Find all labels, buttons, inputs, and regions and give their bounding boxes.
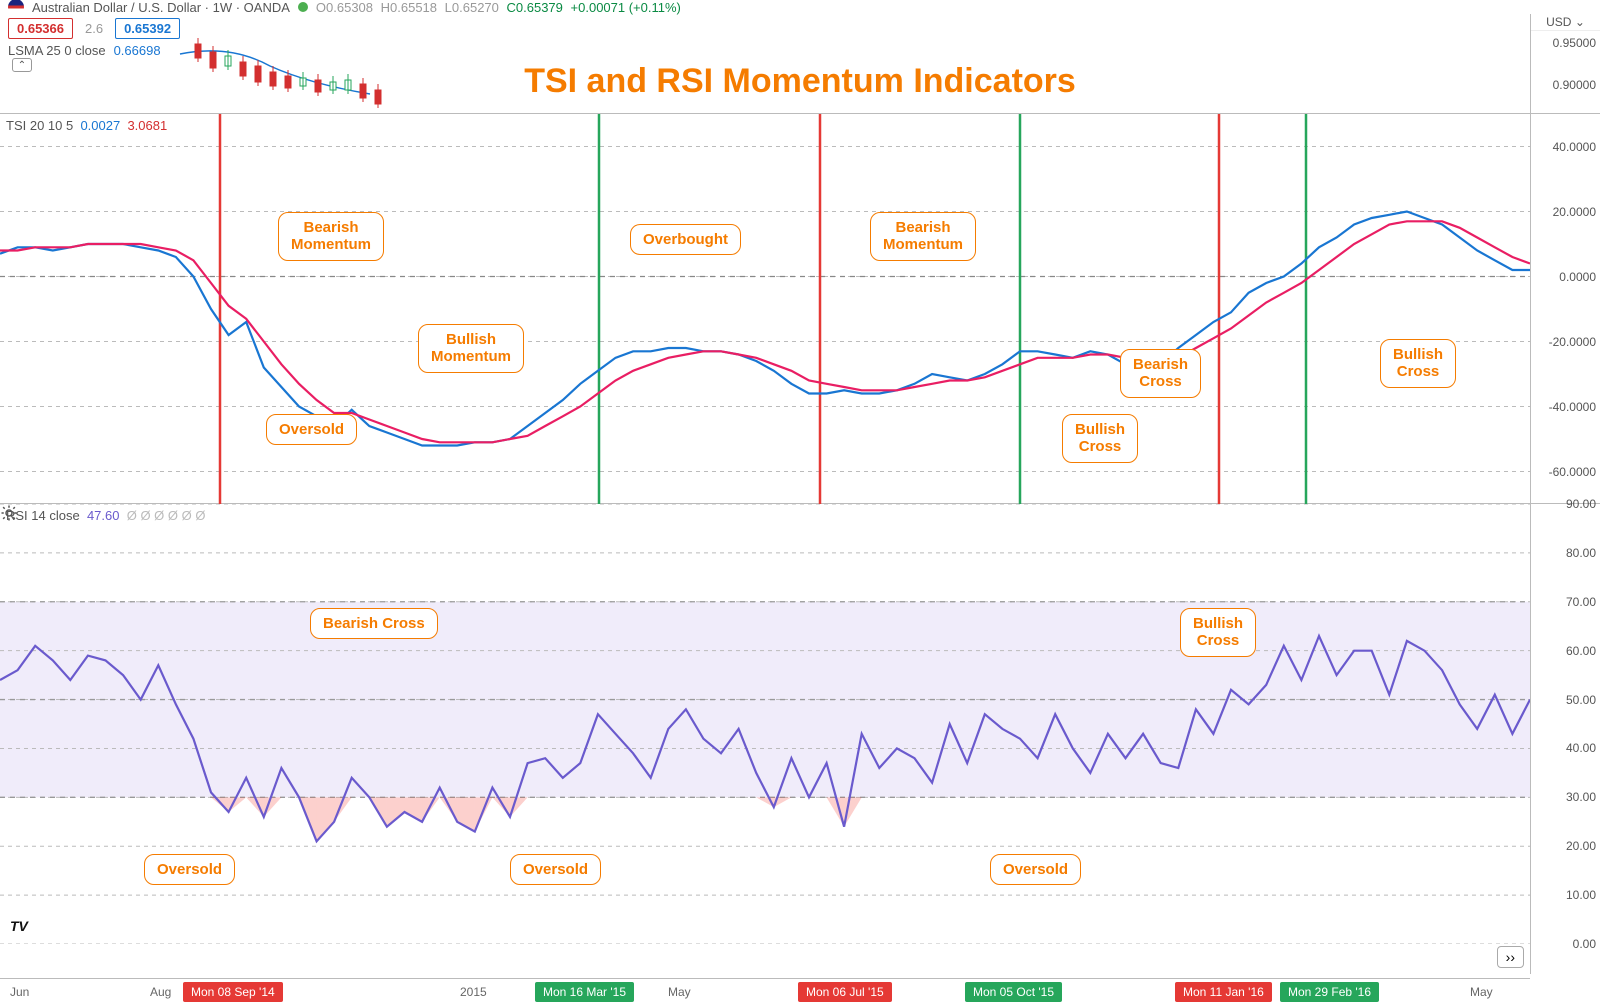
time-tick: Aug	[150, 985, 171, 999]
tsi-pane[interactable]: TSI 20 10 5 0.0027 3.0681 40.000020.0000…	[0, 114, 1600, 504]
date-marker: Mon 11 Jan '16	[1175, 982, 1272, 1002]
time-tick: May	[1470, 985, 1493, 999]
chevron-down-icon: ⌄	[1575, 15, 1585, 29]
annotation: BearishMomentum	[870, 212, 976, 261]
annotation: BearishCross	[1120, 349, 1201, 398]
rsi-pane[interactable]: RSI 14 close 47.60 Ø Ø Ø Ø Ø Ø 90.0080.0…	[0, 504, 1600, 974]
annotation: BullishCross	[1380, 339, 1456, 388]
scroll-right-button[interactable]: ››	[1497, 946, 1524, 968]
tradingview-logo: TV	[10, 918, 28, 934]
date-marker: Mon 06 Jul '15	[798, 982, 892, 1002]
date-marker: Mon 29 Feb '16	[1280, 982, 1379, 1002]
symbol-title[interactable]: Australian Dollar / U.S. Dollar · 1W · O…	[32, 0, 290, 15]
tsi-chart	[0, 114, 1530, 504]
price-candles	[0, 14, 1530, 114]
annotation: Bearish Cross	[310, 608, 438, 639]
annotation: BullishCross	[1062, 414, 1138, 463]
annotation: Oversold	[266, 414, 357, 445]
rsi-y-axis[interactable]: 90.0080.0070.0060.0050.0040.0030.0020.00…	[1530, 504, 1600, 974]
annotation: BullishCross	[1180, 608, 1256, 657]
status-dot-icon	[298, 2, 308, 12]
price-y-axis[interactable]: USD ⌄ 0.95000 0.90000	[1530, 14, 1600, 113]
tsi-y-axis[interactable]: 40.000020.00000.0000-20.0000-40.0000-60.…	[1530, 114, 1600, 503]
annotation: Oversold	[990, 854, 1081, 885]
time-tick: 2015	[460, 985, 487, 999]
date-marker: Mon 05 Oct '15	[965, 982, 1062, 1002]
annotation: BearishMomentum	[278, 212, 384, 261]
flag-icon	[8, 0, 24, 15]
time-tick: Jun	[10, 985, 29, 999]
annotation: Oversold	[144, 854, 235, 885]
annotation: BullishMomentum	[418, 324, 524, 373]
currency-selector[interactable]: USD	[1546, 15, 1571, 29]
date-marker: Mon 16 Mar '15	[535, 982, 634, 1002]
time-axis[interactable]: Jun Aug 2015 May May Mon 08 Sep '14 Mon 16 Mar…	[0, 978, 1530, 1008]
symbol-header: Australian Dollar / U.S. Dollar · 1W · O…	[0, 0, 1600, 14]
annotation: Overbought	[630, 224, 741, 255]
rsi-legend[interactable]: RSI 14 close 47.60 Ø Ø Ø Ø Ø Ø	[6, 508, 205, 523]
time-tick: May	[668, 985, 691, 999]
date-marker: Mon 08 Sep '14	[183, 982, 283, 1002]
ohlc-display: O0.65308 H0.65518 L0.65270 C0.65379 +0.0…	[316, 0, 685, 15]
price-pane[interactable]: 0.65366 2.6 0.65392 LSMA 25 0 close 0.66…	[0, 14, 1600, 114]
annotation: Oversold	[510, 854, 601, 885]
tsi-legend[interactable]: TSI 20 10 5 0.0027 3.0681	[6, 118, 167, 133]
